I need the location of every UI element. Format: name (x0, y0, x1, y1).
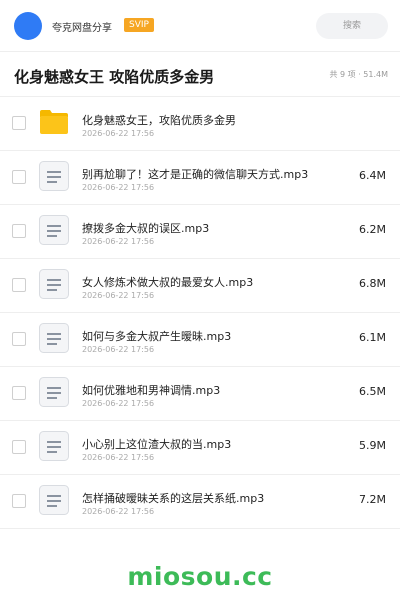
page-title: 化身魅惑女王 攻陷优质多金男 (14, 68, 215, 86)
list-item[interactable]: 如何优雅地和男神调情.mp3 2026-06-22 17:56 6.5M (0, 367, 400, 421)
audio-file-icon (39, 323, 69, 353)
folder-meta: 共 9 项 · 51.4M (329, 70, 388, 79)
list-item[interactable]: 怎样捅破暧昧关系的这层关系纸.mp3 2026-06-22 17:56 7.2M (0, 475, 400, 529)
search-input[interactable]: 搜索 (316, 13, 388, 39)
file-date: 2026-06-22 17:56 (82, 399, 155, 408)
file-size: 7.2M (359, 493, 386, 506)
file-name: 小心别上这位渣大叔的当.mp3 (82, 438, 232, 451)
file-name: 怎样捅破暧昧关系的这层关系纸.mp3 (82, 492, 265, 505)
audio-file-icon (39, 269, 69, 299)
audio-file-icon (39, 377, 69, 407)
list-item[interactable]: 别再尬聊了！这才是正确的微信聊天方式.mp3 2026-06-22 17:56 … (0, 151, 400, 205)
list-item[interactable]: 小心别上这位渣大叔的当.mp3 2026-06-22 17:56 5.9M (0, 421, 400, 475)
file-name: 如何优雅地和男神调情.mp3 (82, 384, 221, 397)
app-header: 夸克网盘分享 SVIP 搜索 (0, 0, 400, 52)
select-checkbox[interactable] (12, 440, 26, 454)
select-checkbox[interactable] (12, 332, 26, 346)
list-item[interactable]: 化身魅惑女王，攻陷优质多金男 2026-06-22 17:56 (0, 97, 400, 151)
file-name: 别再尬聊了！这才是正确的微信聊天方式.mp3 (82, 168, 309, 181)
audio-file-icon (39, 431, 69, 461)
select-checkbox[interactable] (12, 278, 26, 292)
audio-file-icon (39, 161, 69, 191)
audio-file-icon (39, 485, 69, 515)
file-size: 6.8M (359, 277, 386, 290)
file-date: 2026-06-22 17:56 (82, 453, 155, 462)
owner-name: 夸克网盘分享 (52, 23, 112, 34)
file-name: 撩拨多金大叔的误区.mp3 (82, 222, 210, 235)
file-date: 2026-06-22 17:56 (82, 291, 155, 300)
file-name: 化身魅惑女王，攻陷优质多金男 (82, 114, 236, 127)
select-checkbox[interactable] (12, 170, 26, 184)
list-item[interactable]: 撩拨多金大叔的误区.mp3 2026-06-22 17:56 6.2M (0, 205, 400, 259)
list-item[interactable]: 如何与多金大叔产生暧昧.mp3 2026-06-22 17:56 6.1M (0, 313, 400, 367)
svip-badge: SVIP (124, 18, 154, 32)
file-date: 2026-06-22 17:56 (82, 345, 155, 354)
file-size: 6.5M (359, 385, 386, 398)
folder-header: 化身魅惑女王 攻陷优质多金男 共 9 项 · 51.4M (0, 52, 400, 97)
select-checkbox[interactable] (12, 386, 26, 400)
file-list: 化身魅惑女王，攻陷优质多金男 2026-06-22 17:56 别再尬聊了！这才… (0, 97, 400, 529)
file-size: 5.9M (359, 439, 386, 452)
file-name: 女人修炼术做大叔的最爱女人.mp3 (82, 276, 254, 289)
select-checkbox[interactable] (12, 494, 26, 508)
file-date: 2026-06-22 17:56 (82, 237, 155, 246)
folder-icon (40, 110, 68, 134)
select-checkbox[interactable] (12, 116, 26, 130)
select-checkbox[interactable] (12, 224, 26, 238)
file-name: 如何与多金大叔产生暧昧.mp3 (82, 330, 232, 343)
audio-file-icon (39, 215, 69, 245)
watermark: miosou.cc (127, 562, 273, 591)
file-date: 2026-06-22 17:56 (82, 507, 155, 516)
file-size: 6.2M (359, 223, 386, 236)
file-size: 6.1M (359, 331, 386, 344)
file-date: 2026-06-22 17:56 (82, 183, 155, 192)
list-item[interactable]: 女人修炼术做大叔的最爱女人.mp3 2026-06-22 17:56 6.8M (0, 259, 400, 313)
avatar[interactable] (14, 12, 42, 40)
file-size: 6.4M (359, 169, 386, 182)
file-date: 2026-06-22 17:56 (82, 129, 155, 138)
